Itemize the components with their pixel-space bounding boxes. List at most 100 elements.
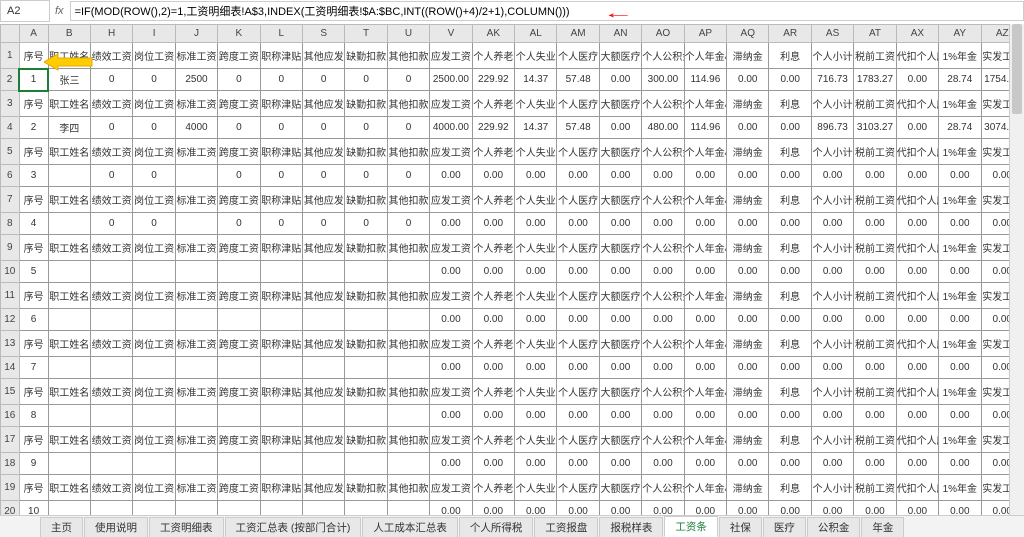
- cell[interactable]: 0.00: [854, 453, 896, 475]
- spreadsheet-grid[interactable]: ABHIJKLSTUVAKALAMANAOAPAQARASATAXAYAZ1序号…: [0, 24, 1024, 515]
- cell[interactable]: 其他应发: [303, 427, 345, 453]
- cell[interactable]: 跨度工资: [218, 139, 260, 165]
- cell[interactable]: 张三: [48, 69, 90, 91]
- cell[interactable]: 岗位工资: [133, 379, 175, 405]
- cell[interactable]: 3103.27: [854, 117, 896, 139]
- cell[interactable]: 0.00: [642, 405, 684, 427]
- cell[interactable]: 0.00: [854, 309, 896, 331]
- cell[interactable]: 0.00: [430, 405, 472, 427]
- cell[interactable]: [260, 357, 302, 379]
- cell[interactable]: 个人公积金: [642, 379, 684, 405]
- cell[interactable]: 缺勤扣款: [345, 139, 387, 165]
- cell[interactable]: 大额医疗: [599, 427, 641, 453]
- cell[interactable]: 职称津贴: [260, 283, 302, 309]
- cell[interactable]: 0.00: [557, 501, 599, 516]
- cell[interactable]: 应发工资: [430, 283, 472, 309]
- cell[interactable]: 个人养老: [472, 139, 514, 165]
- cell[interactable]: 个人公积金: [642, 331, 684, 357]
- cell[interactable]: 0.00: [769, 165, 811, 187]
- cell[interactable]: 0.00: [642, 501, 684, 516]
- col-header[interactable]: AL: [515, 25, 557, 43]
- cell[interactable]: 个人医疗: [557, 91, 599, 117]
- cell[interactable]: [48, 165, 90, 187]
- cell[interactable]: 利息: [769, 139, 811, 165]
- cell[interactable]: 个人年金4%: [684, 475, 726, 501]
- cell[interactable]: 0.00: [684, 357, 726, 379]
- cell[interactable]: 缺勤扣款: [345, 43, 387, 69]
- cell[interactable]: 0: [133, 69, 175, 91]
- cell[interactable]: 绩效工资: [90, 331, 132, 357]
- cell[interactable]: [387, 405, 429, 427]
- cell[interactable]: 序号: [19, 43, 48, 69]
- cell[interactable]: 其他应发: [303, 139, 345, 165]
- cell[interactable]: 利息: [769, 43, 811, 69]
- cell[interactable]: 0.00: [599, 357, 641, 379]
- cell[interactable]: [48, 357, 90, 379]
- cell[interactable]: [260, 405, 302, 427]
- cell[interactable]: 利息: [769, 379, 811, 405]
- cell[interactable]: 个人公积金: [642, 235, 684, 261]
- cell[interactable]: 代扣个人所得税: [896, 427, 938, 453]
- col-header[interactable]: K: [218, 25, 260, 43]
- cell[interactable]: 个人年金4%: [684, 427, 726, 453]
- cell[interactable]: 0.00: [599, 501, 641, 516]
- cell[interactable]: 缺勤扣款: [345, 427, 387, 453]
- cell[interactable]: 其他应发: [303, 187, 345, 213]
- cell[interactable]: 0.00: [854, 213, 896, 235]
- cell[interactable]: 0.00: [472, 165, 514, 187]
- cell[interactable]: 0.00: [557, 309, 599, 331]
- cell[interactable]: 0: [90, 69, 132, 91]
- cell[interactable]: 利息: [769, 427, 811, 453]
- cell[interactable]: 滞纳金: [727, 187, 769, 213]
- cell[interactable]: 税前工资: [854, 283, 896, 309]
- cell[interactable]: 代扣个人所得税: [896, 187, 938, 213]
- cell[interactable]: [48, 309, 90, 331]
- cell[interactable]: [48, 213, 90, 235]
- cell[interactable]: [48, 453, 90, 475]
- cell[interactable]: 个人医疗: [557, 379, 599, 405]
- cell[interactable]: 个人养老: [472, 379, 514, 405]
- col-header[interactable]: U: [387, 25, 429, 43]
- cell[interactable]: 职工姓名: [48, 379, 90, 405]
- cell[interactable]: 跨度工资: [218, 91, 260, 117]
- cell[interactable]: 0.00: [939, 357, 981, 379]
- cell[interactable]: 0: [218, 69, 260, 91]
- col-header[interactable]: AO: [642, 25, 684, 43]
- cell[interactable]: 个人养老: [472, 475, 514, 501]
- cell[interactable]: 0: [387, 117, 429, 139]
- cell[interactable]: 代扣个人所得税: [896, 475, 938, 501]
- cell[interactable]: 0.00: [430, 357, 472, 379]
- cell[interactable]: 大额医疗: [599, 91, 641, 117]
- cell[interactable]: 利息: [769, 475, 811, 501]
- col-header[interactable]: AN: [599, 25, 641, 43]
- cell[interactable]: 0.00: [896, 69, 938, 91]
- cell[interactable]: 0.00: [769, 309, 811, 331]
- cell[interactable]: 税前工资: [854, 187, 896, 213]
- cell[interactable]: 1%年金: [939, 331, 981, 357]
- cell[interactable]: 个人养老: [472, 331, 514, 357]
- cell[interactable]: [133, 261, 175, 283]
- sheet-tab[interactable]: 报税样表: [599, 517, 663, 537]
- cell[interactable]: 0.00: [727, 69, 769, 91]
- cell[interactable]: 0.00: [472, 501, 514, 516]
- col-header[interactable]: AP: [684, 25, 726, 43]
- cell[interactable]: 税前工资: [854, 427, 896, 453]
- cell[interactable]: 个人年金4%: [684, 91, 726, 117]
- cell[interactable]: 个人失业: [515, 379, 557, 405]
- cell[interactable]: [90, 453, 132, 475]
- cell[interactable]: 14.37: [515, 117, 557, 139]
- cell[interactable]: 0.00: [769, 261, 811, 283]
- cell[interactable]: 应发工资: [430, 379, 472, 405]
- cell[interactable]: 应发工资: [430, 427, 472, 453]
- cell[interactable]: 0.00: [811, 213, 853, 235]
- cell[interactable]: 标准工资: [175, 475, 217, 501]
- cell[interactable]: 个人医疗: [557, 235, 599, 261]
- cell[interactable]: 其他应发: [303, 91, 345, 117]
- cell[interactable]: 9: [19, 453, 48, 475]
- cell[interactable]: [175, 453, 217, 475]
- cell[interactable]: 岗位工资: [133, 139, 175, 165]
- col-header[interactable]: AX: [896, 25, 938, 43]
- cell[interactable]: 0.00: [684, 501, 726, 516]
- cell[interactable]: 57.48: [557, 69, 599, 91]
- cell[interactable]: 0: [303, 117, 345, 139]
